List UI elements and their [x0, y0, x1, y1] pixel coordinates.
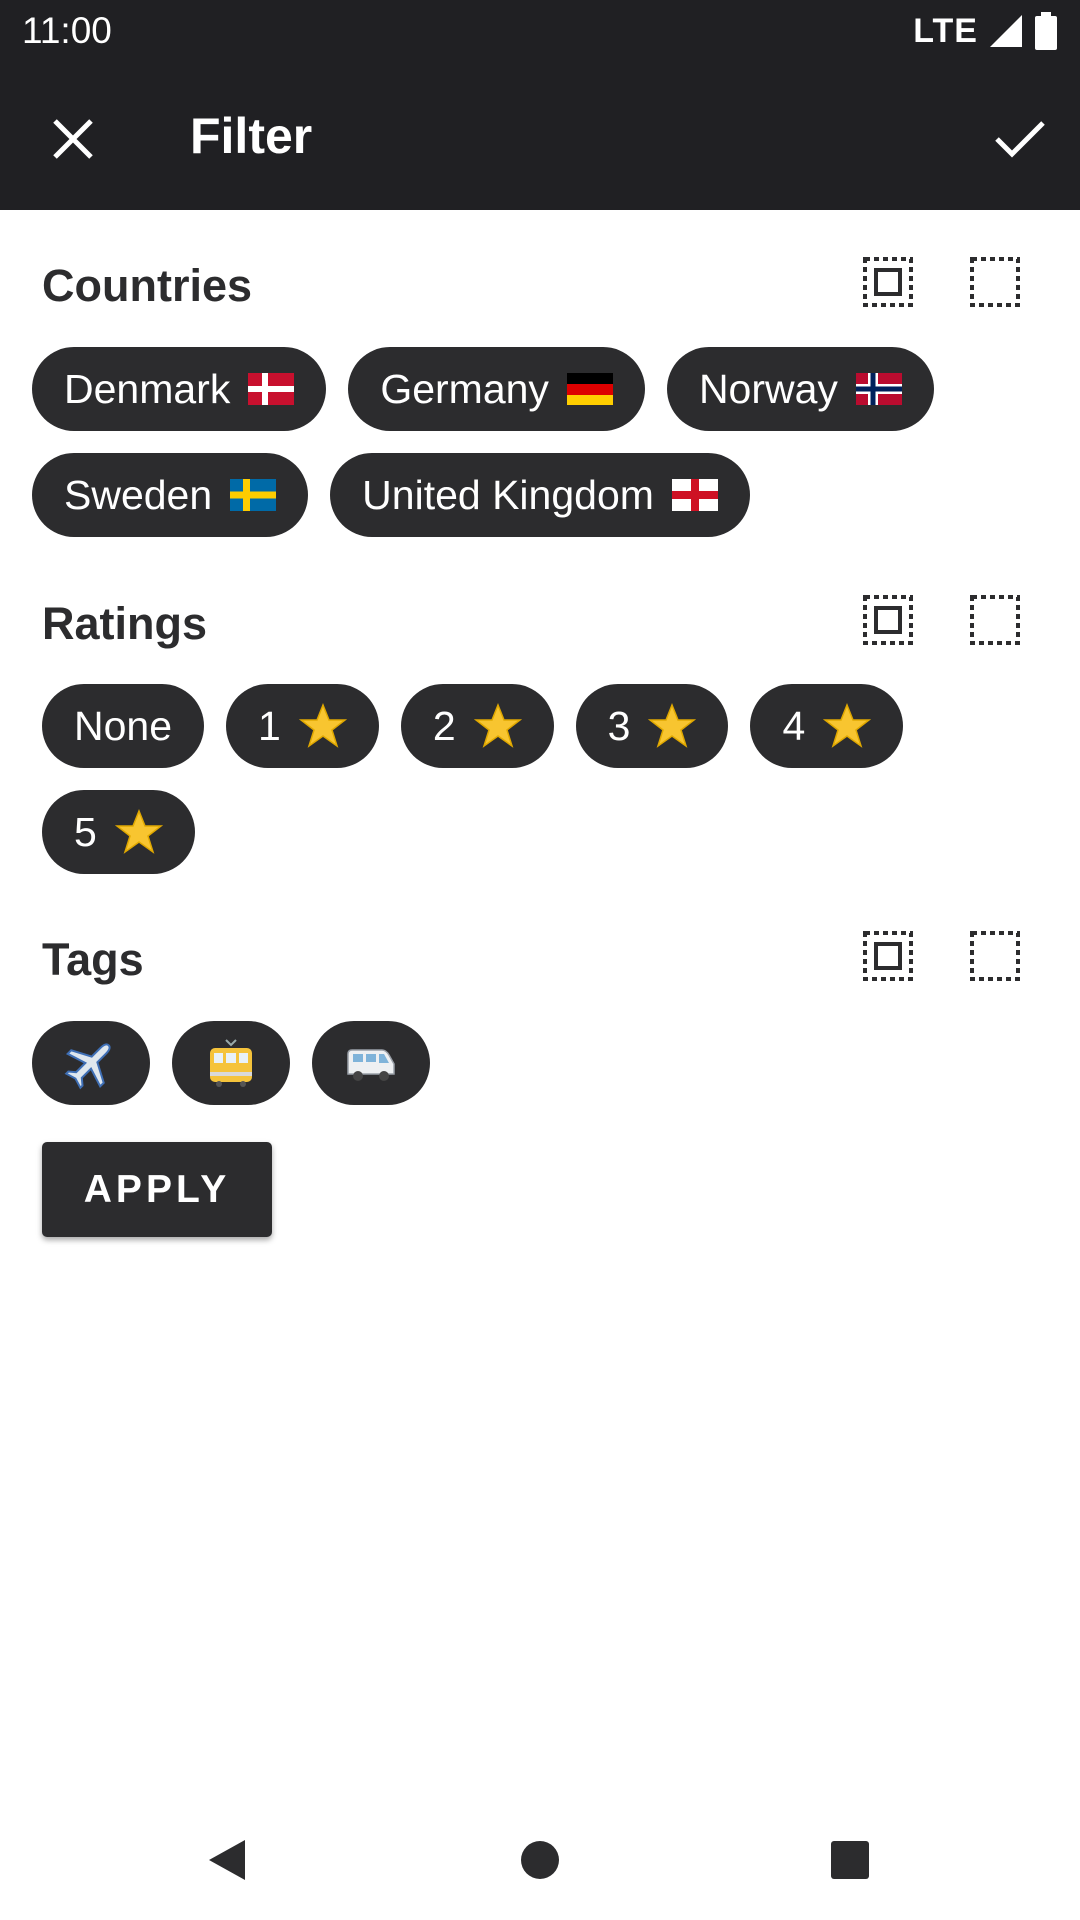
recents-icon — [831, 1841, 869, 1879]
tram-icon — [210, 1039, 252, 1087]
chip-label: Germany — [380, 365, 549, 412]
apply-button[interactable]: APPLY — [42, 1142, 272, 1237]
norway-flag-icon — [855, 373, 902, 405]
denmark-flag-icon — [248, 373, 295, 405]
chip-label: None — [74, 702, 173, 749]
home-button[interactable] — [510, 1830, 570, 1890]
select-all-countries-button[interactable] — [858, 252, 918, 312]
status-time: 11:00 — [22, 10, 112, 51]
close-button[interactable] — [33, 99, 113, 179]
chip-label: 1 — [258, 702, 281, 749]
tags-title: Tags — [42, 934, 144, 985]
countries-row-2: Sweden United Kingdom — [32, 453, 750, 537]
home-icon — [521, 1841, 559, 1879]
chip-tag-van[interactable] — [312, 1021, 430, 1105]
countries-row-1: Denmark Germany Norway — [32, 347, 934, 431]
status-icons: LTE — [913, 9, 1058, 53]
check-icon — [995, 121, 1045, 158]
deselect-all-ratings-button[interactable] — [965, 590, 1025, 650]
select-all-tags-button[interactable] — [858, 926, 918, 986]
signal-icon — [990, 15, 1022, 47]
chip-united-kingdom[interactable]: United Kingdom — [330, 453, 750, 537]
select-all-ratings-button[interactable] — [858, 590, 918, 650]
van-icon — [347, 1049, 395, 1081]
back-button[interactable] — [197, 1830, 257, 1890]
chip-label: Sweden — [64, 471, 213, 518]
app-bar: Filter — [0, 63, 1080, 210]
germany-flag-icon — [566, 373, 613, 405]
chip-label: Norway — [698, 365, 838, 412]
chip-denmark[interactable]: Denmark — [32, 347, 327, 431]
england-flag-icon — [671, 479, 718, 511]
chip-rating-3[interactable]: 3 — [575, 684, 729, 768]
chip-rating-5[interactable]: 5 — [42, 790, 195, 874]
navigation-bar — [0, 1800, 1080, 1920]
chip-sweden[interactable]: Sweden — [32, 453, 309, 537]
chip-rating-none[interactable]: None — [42, 684, 205, 768]
select-all-icon — [863, 595, 913, 645]
chip-tag-airplane[interactable] — [32, 1021, 150, 1105]
chip-rating-2[interactable]: 2 — [400, 684, 554, 768]
airplane-icon — [64, 1043, 111, 1090]
tags-row — [32, 1021, 430, 1105]
status-bar: 11:00 LTE — [0, 0, 1080, 63]
select-all-icon — [863, 257, 913, 307]
chip-label: 3 — [607, 702, 631, 749]
sweden-flag-icon — [230, 479, 277, 511]
deselect-all-tags-button[interactable] — [965, 926, 1025, 986]
ratings-row-1: None 1 2 3 4 — [42, 684, 904, 768]
countries-title: Countries — [42, 260, 253, 311]
chip-label: 4 — [782, 702, 806, 749]
deselect-all-icon — [970, 257, 1020, 307]
close-icon — [53, 119, 93, 159]
chip-tag-tram[interactable] — [172, 1021, 290, 1105]
ratings-row-2: 5 — [42, 790, 195, 874]
battery-icon — [1035, 12, 1057, 50]
chip-label: Denmark — [64, 365, 231, 412]
deselect-all-icon — [970, 931, 1020, 981]
chip-rating-4[interactable]: 4 — [750, 684, 904, 768]
network-type: LTE — [913, 11, 978, 50]
star-icon — [473, 702, 522, 748]
chip-label: 5 — [74, 808, 97, 855]
chip-rating-1[interactable]: 1 — [226, 684, 379, 768]
back-icon — [209, 1840, 245, 1880]
chip-label: 2 — [432, 702, 456, 749]
chip-norway[interactable]: Norway — [666, 347, 934, 431]
star-icon — [648, 702, 697, 748]
deselect-all-icon — [970, 595, 1020, 645]
star-icon — [114, 808, 163, 854]
confirm-button[interactable] — [980, 99, 1060, 179]
star-icon — [298, 702, 347, 748]
deselect-all-countries-button[interactable] — [965, 252, 1025, 312]
recents-button[interactable] — [820, 1830, 880, 1890]
ratings-title: Ratings — [42, 598, 208, 649]
page-title: Filter — [190, 108, 313, 164]
star-icon — [823, 702, 872, 748]
select-all-icon — [863, 931, 913, 981]
chip-germany[interactable]: Germany — [348, 347, 645, 431]
chip-label: United Kingdom — [362, 471, 654, 518]
